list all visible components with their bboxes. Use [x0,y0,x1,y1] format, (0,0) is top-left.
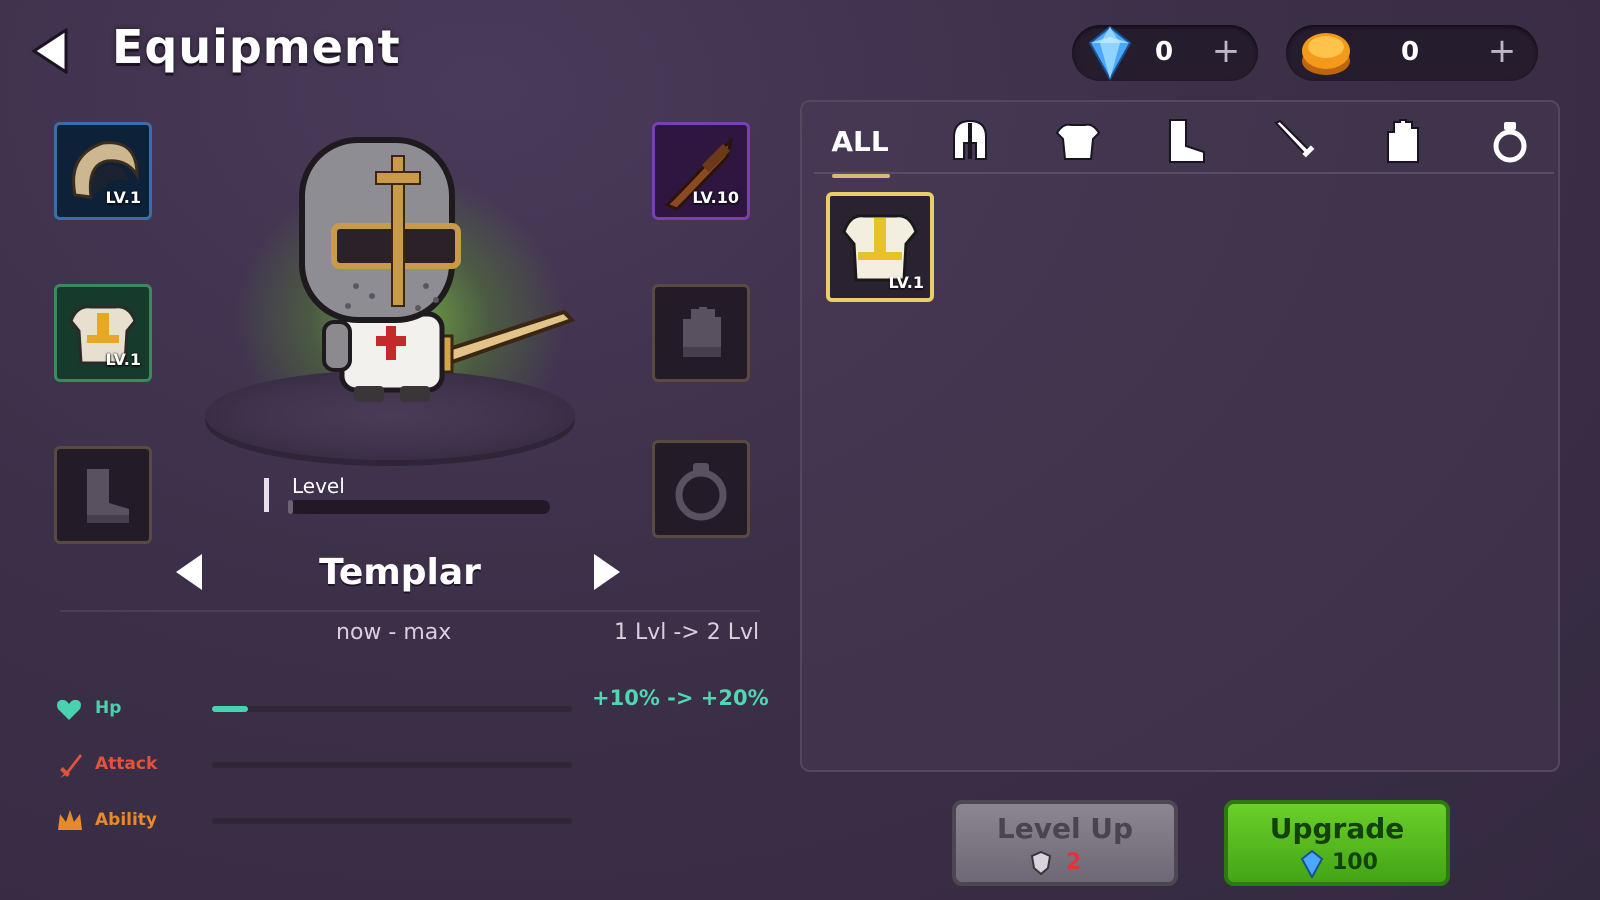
prev-hero-button[interactable] [172,552,206,592]
hero-name: Templar [319,552,481,593]
level-marker [264,478,269,512]
coin-count: 0 [1400,37,1420,67]
ring-icon [675,463,727,521]
ability-icon [58,810,82,830]
stats-upgrade-header: 1 Lvl -> 2 Lvl [614,620,760,645]
gloves-slot[interactable] [652,284,750,382]
hp-label: Hp [95,698,122,718]
armor-slot[interactable]: LV.1 [54,284,152,382]
attack-label: Attack [95,754,158,774]
add-coins-button[interactable]: + [1482,31,1522,71]
coin-icon [1302,33,1350,75]
shield-icon [1030,850,1052,876]
hp-bar [212,706,572,712]
gem-count: 0 [1154,37,1174,67]
ring-slot[interactable] [652,440,750,538]
tabs-divider [814,172,1554,174]
level-progress-fill [288,500,294,514]
tab-gloves[interactable] [1362,112,1442,170]
item-level: LV.1 [888,273,924,292]
attack-bar [212,762,572,768]
glove-icon [683,307,721,357]
level-up-button[interactable]: Level Up 2 [952,800,1178,886]
ability-bar [212,818,572,824]
page-title: Equipment [112,20,401,74]
back-button[interactable] [30,27,74,75]
level-label: Level [292,474,345,498]
active-tab-indicator [832,174,890,178]
upgrade-cost: 100 [1332,850,1378,875]
helmet-slot[interactable]: LV.1 [54,122,152,220]
level-up-cost: 2 [1066,850,1082,875]
helmet-icon [953,119,987,160]
tab-weapon[interactable] [1254,112,1334,170]
next-hero-button[interactable] [590,552,624,592]
boot-icon [87,469,129,523]
hp-bonus: +10% -> +20% [592,686,769,710]
weapon-slot[interactable]: LV.10 [652,122,750,220]
armor-icon [1055,123,1101,160]
hp-bar-fill [212,706,248,712]
stats-now-max-header: now - max [336,620,452,645]
tab-helmet[interactable] [930,112,1010,170]
boots-slot[interactable] [54,446,152,544]
ring-icon [1493,122,1527,163]
helmet-level: LV.1 [105,188,141,207]
coin-currency: 0 + [1286,25,1538,81]
tab-all[interactable]: ALL [820,112,900,170]
gem-icon [1300,850,1324,878]
stats-divider [60,610,760,612]
heart-icon [57,699,81,720]
gem-currency: 0 + [1072,25,1258,81]
tab-ring[interactable] [1470,112,1550,170]
back-arrow-icon [31,27,68,75]
armor-level: LV.1 [105,350,141,369]
level-up-label: Level Up [996,812,1134,845]
glove-icon [1387,119,1419,163]
templar-hero-sprite [299,137,576,402]
inventory-item[interactable]: LV.1 [826,192,934,302]
gem-icon [1088,25,1132,81]
upgrade-label: Upgrade [1269,812,1405,845]
ability-label: Ability [95,810,158,830]
boot-icon [1169,119,1205,163]
upgrade-button[interactable]: Upgrade 100 [1224,800,1450,886]
tab-armor[interactable] [1038,112,1118,170]
level-progress-bar [288,500,550,514]
tab-boots[interactable] [1146,112,1226,170]
add-gems-button[interactable]: + [1206,31,1246,71]
sword-icon [1274,119,1315,158]
attack-icon [60,754,82,778]
weapon-level: LV.10 [692,188,739,207]
